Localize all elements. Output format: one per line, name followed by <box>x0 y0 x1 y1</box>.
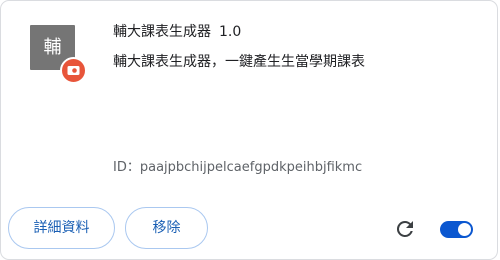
extension-description: 輔大課表生成器，一鍵產生生當學期課表 <box>113 54 365 70</box>
extension-card: 輔 輔大課表生成器 1.0 輔大課表生成器，一鍵產生生當學期課表 ID：paajp… <box>0 0 498 260</box>
reload-glyph-icon <box>396 220 413 237</box>
extension-id-value: paajpbchijpelcaefgpdkpeihbjfikmc <box>139 160 363 175</box>
extension-icon-group: 輔 <box>30 25 90 87</box>
policy-badge-icon <box>60 57 87 84</box>
enable-toggle[interactable] <box>440 221 473 238</box>
badge-glyph-icon <box>67 66 80 75</box>
extension-id-label: ID： <box>113 160 140 175</box>
extension-title-row: 輔大課表生成器 1.0 <box>113 21 241 41</box>
toggle-knob <box>458 223 471 236</box>
details-button[interactable]: 詳細資料 <box>8 207 115 249</box>
extension-id: ID：paajpbchijpelcaefgpdkpeihbjfikmc <box>113 156 362 175</box>
extension-name: 輔大課表生成器 <box>113 24 211 40</box>
remove-button[interactable]: 移除 <box>125 207 208 249</box>
extension-icon-char: 輔 <box>43 37 62 58</box>
reload-icon[interactable] <box>393 217 417 241</box>
extension-version: 1.0 <box>219 24 242 40</box>
